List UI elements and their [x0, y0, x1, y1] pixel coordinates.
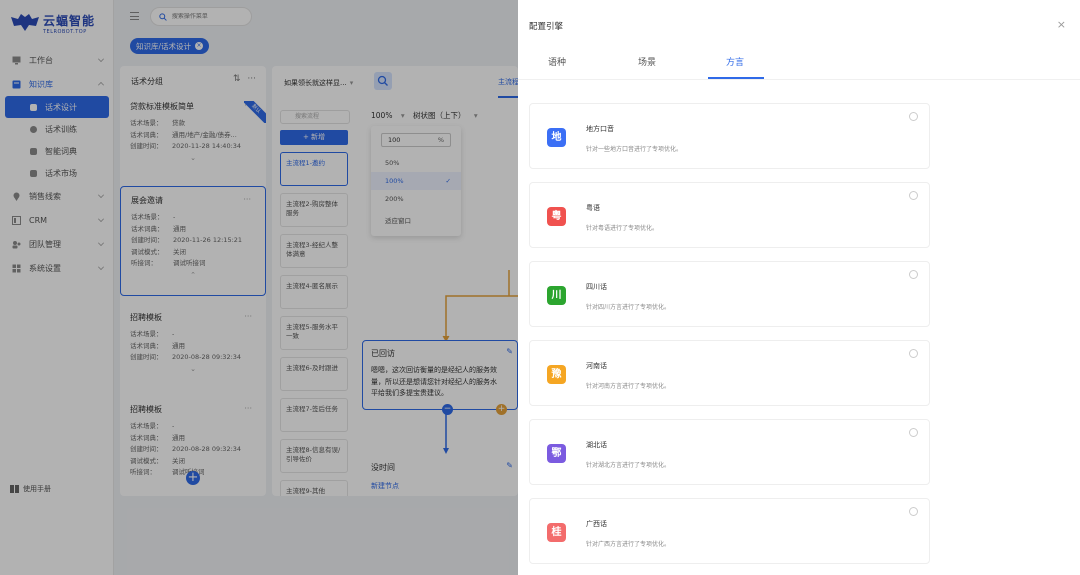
dialect-desc: 针对四川方言进行了专项优化。 — [586, 304, 671, 311]
tab-dialect[interactable]: 方言 — [726, 55, 744, 68]
dialect-name: 地方口音 — [586, 125, 614, 133]
dialect-desc: 针对一些地方口音进行了专项优化。 — [586, 146, 683, 153]
radio-button[interactable] — [909, 270, 918, 279]
dialect-desc: 针对河南方言进行了专项优化。 — [586, 383, 671, 390]
dialect-option[interactable]: 川 四川话 针对四川方言进行了专项优化。 — [529, 261, 930, 327]
dialect-icon: 鄂 — [547, 444, 566, 463]
close-icon[interactable]: × — [1057, 19, 1066, 31]
dialect-option[interactable]: 鄂 湖北话 针对湖北方言进行了专项优化。 — [529, 419, 930, 485]
dialect-option[interactable]: 粤 粤语 针对粤语进行了专项优化。 — [529, 182, 930, 248]
dialect-desc: 针对广西方言进行了专项优化。 — [586, 541, 671, 548]
divider — [518, 79, 1080, 80]
dialect-desc: 针对粤语进行了专项优化。 — [586, 225, 659, 232]
dialect-name: 广西话 — [586, 520, 607, 528]
radio-button[interactable] — [909, 191, 918, 200]
dialect-option[interactable]: 桂 广西话 针对广西方言进行了专项优化。 — [529, 498, 930, 564]
drawer-title: 配置引擎 — [529, 22, 564, 32]
dialect-name: 河南话 — [586, 362, 607, 370]
tab-scene[interactable]: 场景 — [638, 55, 656, 68]
dialect-icon: 地 — [547, 128, 566, 147]
dialect-icon: 桂 — [547, 523, 566, 542]
radio-button[interactable] — [909, 349, 918, 358]
dialect-icon: 川 — [547, 286, 566, 305]
dialect-name: 粤语 — [586, 204, 600, 212]
dialect-option[interactable]: 豫 河南话 针对河南方言进行了专项优化。 — [529, 340, 930, 406]
dialect-icon: 豫 — [547, 365, 566, 384]
tab-language[interactable]: 语种 — [548, 55, 566, 68]
engine-config-drawer: 配置引擎 × 语种 场景 方言 地 地方口音 针对一些地方口音进行了专项优化。 … — [518, 0, 1080, 575]
dialect-option[interactable]: 地 地方口音 针对一些地方口音进行了专项优化。 — [529, 103, 930, 169]
dialect-icon: 粤 — [547, 207, 566, 226]
dialect-name: 湖北话 — [586, 441, 607, 449]
radio-button[interactable] — [909, 428, 918, 437]
radio-button[interactable] — [909, 507, 918, 516]
radio-button[interactable] — [909, 112, 918, 121]
dialect-desc: 针对湖北方言进行了专项优化。 — [586, 462, 671, 469]
dialect-name: 四川话 — [586, 283, 607, 291]
